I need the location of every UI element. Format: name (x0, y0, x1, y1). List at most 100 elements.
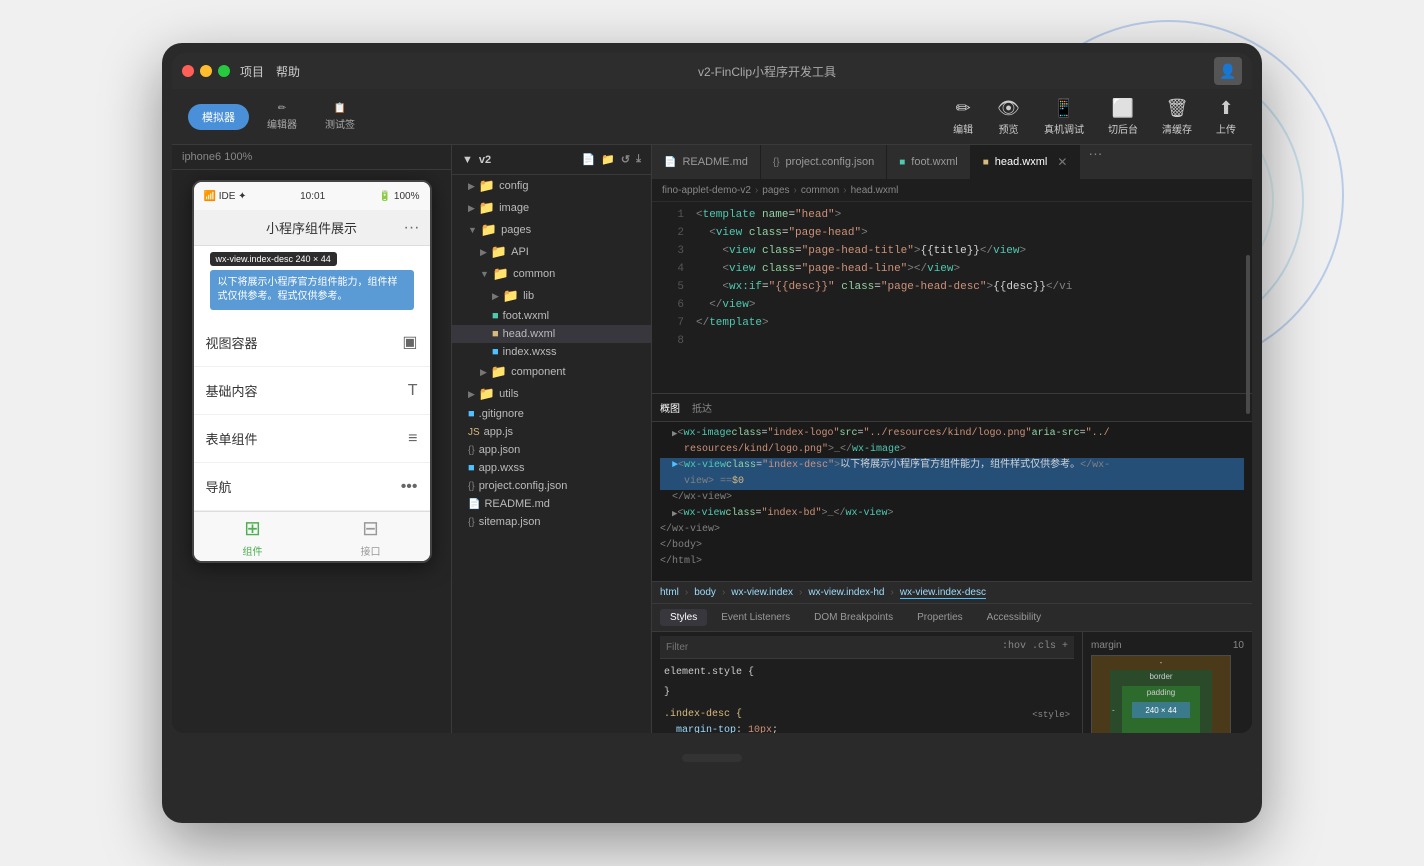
dom-breakpoints-tab[interactable]: DOM Breakpoints (804, 609, 903, 626)
tree-root-expand[interactable]: ▼ (462, 154, 473, 166)
menu-item-icon-view: ▣ (402, 332, 417, 352)
breadcrumb-item-1[interactable]: fino-applet-demo-v2 (662, 185, 751, 196)
code-editor[interactable]: 1 <template name="head"> 2 <view class="… (652, 202, 1252, 733)
breadcrumb-sep-1: › (755, 185, 758, 196)
more-tabs-icon[interactable]: ··· (1080, 145, 1110, 179)
breadcrumb-item-3[interactable]: common (801, 185, 839, 196)
tree-item-readme[interactable]: 📄 README.md (452, 495, 651, 513)
tree-item-head-wxml[interactable]: ■ head.wxml (452, 325, 651, 343)
test-tab[interactable]: 📋 测试签 (315, 99, 365, 135)
menu-item-form[interactable]: 表单组件 ≡ (194, 415, 430, 463)
menu-item-nav[interactable]: 导航 ••• (194, 463, 430, 511)
chevron-expand-icon: ▼ (480, 269, 489, 279)
styles-filter-input[interactable] (666, 642, 996, 653)
properties-tab[interactable]: Properties (907, 609, 973, 626)
tab-project-config[interactable]: {} project.config.json (761, 145, 887, 179)
box-model-label: margin (1091, 640, 1122, 651)
preview-action[interactable]: 👁 预览 (997, 98, 1020, 136)
tree-item-pages[interactable]: ▼ 📁 pages (452, 219, 651, 241)
clear-cache-action[interactable]: 🗑 清缓存 (1162, 98, 1192, 136)
tree-item-api[interactable]: ▶ 📁 API (452, 241, 651, 263)
menu-item-view[interactable]: 视图容器 ▣ (194, 318, 430, 367)
file-icon: ■ (468, 408, 475, 420)
background-label: 切后台 (1108, 121, 1138, 136)
css-source[interactable]: <style> (1032, 707, 1070, 723)
tab-component[interactable]: ⊞ 组件 (243, 516, 263, 558)
event-listeners-tab[interactable]: Event Listeners (711, 609, 800, 626)
css-prop-name: margin-top (676, 725, 736, 733)
chevron-icon: ▶ (480, 247, 487, 258)
tree-item-label: image (499, 202, 529, 214)
code-line-2: 2 <view class="page-head"> (652, 224, 1252, 242)
tree-item-utils[interactable]: ▶ 📁 utils (452, 383, 651, 405)
tree-action-new-folder[interactable]: 📁 (601, 153, 615, 166)
tree-item-index-wxss[interactable]: ■ index.wxss (452, 343, 651, 361)
tree-item-app-json[interactable]: {} app.json (452, 441, 651, 459)
toolbar-center: ✏ 编辑 👁 预览 📱 真机调试 ⬜ 切后台 (953, 98, 1236, 136)
editor-scrollbar[interactable] (1246, 255, 1250, 414)
devtools-tab-overview[interactable]: 概图 (660, 400, 680, 415)
tree-item-component[interactable]: ▶ 📁 component (452, 361, 651, 383)
bm-margin-layer: - border - padding (1092, 656, 1230, 733)
tab-interface[interactable]: ⊟ 接口 (361, 516, 381, 558)
tree-item-lib[interactable]: ▶ 📁 lib (452, 285, 651, 307)
upload-action[interactable]: ⬆ 上传 (1216, 98, 1236, 136)
breadcrumb-item-4[interactable]: head.wxml (851, 185, 899, 196)
sel-html[interactable]: html (660, 587, 679, 598)
devtools-tab-info[interactable]: 抵达 (692, 400, 712, 415)
tree-item-config[interactable]: ▶ 📁 config (452, 175, 651, 197)
tree-action-collapse[interactable]: ⤓ (636, 153, 641, 166)
phone-mock: 📶 IDE ✦ 10:01 🔋 100% 小程序组件展示 ··· (192, 180, 432, 563)
styles-tab[interactable]: Styles (660, 609, 707, 626)
background-action[interactable]: ⬜ 切后台 (1108, 98, 1138, 136)
simulator-tab[interactable]: 模拟器 (188, 104, 249, 130)
menu-project[interactable]: 项目 (240, 63, 264, 80)
tab-readme[interactable]: 📄 README.md (652, 145, 761, 179)
tree-item-project-config[interactable]: {} project.config.json (452, 477, 651, 495)
user-avatar[interactable]: 👤 (1214, 57, 1242, 85)
editor-tab[interactable]: ✏ 编辑器 (257, 99, 307, 135)
phone-more-dots[interactable]: ··· (404, 219, 420, 237)
devtools-top-tabs: 概图 抵达 (652, 394, 1252, 422)
tab-close-icon[interactable]: ✕ (1057, 155, 1067, 169)
tree-item-sitemap[interactable]: {} sitemap.json (452, 513, 651, 531)
accessibility-tab[interactable]: Accessibility (977, 609, 1051, 626)
tree-item-image[interactable]: ▶ 📁 image (452, 197, 651, 219)
tree-item-common[interactable]: ▼ 📁 common (452, 263, 651, 285)
tab-head-wxml[interactable]: ■ head.wxml ✕ (971, 145, 1081, 179)
devtools-inspector: :hov .cls + element.style { } .index-des… (652, 632, 1252, 733)
sel-wx-view-index[interactable]: wx-view.index (731, 587, 793, 598)
sel-wx-view-desc[interactable]: wx-view.index-desc (900, 587, 986, 599)
tree-item-app-js[interactable]: JS app.js (452, 423, 651, 441)
breadcrumb-item-2[interactable]: pages (762, 185, 789, 196)
laptop-shell: 项目 帮助 v2-FinClip小程序开发工具 👤 模拟器 ✏ 编辑器 (162, 43, 1262, 823)
test-icon: 📋 (334, 103, 346, 114)
tree-item-app-wxss[interactable]: ■ app.wxss (452, 459, 651, 477)
sel-body[interactable]: body (694, 587, 716, 598)
tree-action-new-file[interactable]: 📄 (582, 153, 596, 166)
tree-item-foot-wxml[interactable]: ■ foot.wxml (452, 307, 651, 325)
menu-item-basic[interactable]: 基础内容 T (194, 367, 430, 415)
edit-action[interactable]: ✏ 编辑 (953, 98, 973, 136)
minimize-button[interactable] (200, 65, 212, 77)
tree-item-label: foot.wxml (503, 310, 549, 322)
screen-bezel: 项目 帮助 v2-FinClip小程序开发工具 👤 模拟器 ✏ 编辑器 (172, 53, 1252, 733)
bm-border-label: border (1149, 672, 1172, 681)
tree-item-label: index.wxss (503, 346, 557, 358)
file-icon: ■ (492, 328, 499, 340)
tree-action-refresh[interactable]: ↺ (621, 153, 630, 166)
test-tab-label: 测试签 (325, 116, 355, 131)
pseudo-controls[interactable]: :hov .cls + (1002, 639, 1068, 655)
tab-foot-wxml[interactable]: ■ foot.wxml (887, 145, 971, 179)
highlight-label: wx-view.index-desc 240 × 44 (210, 252, 337, 266)
main-layout: iphone6 100% 📶 IDE ✦ 10:01 🔋 100% 小 (172, 145, 1252, 733)
sel-wx-view-hd[interactable]: wx-view.index-hd (808, 587, 884, 598)
close-button[interactable] (182, 65, 194, 77)
menu-help[interactable]: 帮助 (276, 63, 300, 80)
maximize-button[interactable] (218, 65, 230, 77)
line-number: 7 (660, 314, 684, 332)
title-bar-right: 👤 (1214, 57, 1242, 85)
devtools-panel: 概图 抵达 ▶ <wx-image class="index-logo" src… (652, 393, 1252, 733)
real-device-action[interactable]: 📱 真机调试 (1044, 98, 1084, 136)
tree-item-gitignore[interactable]: ■ .gitignore (452, 405, 651, 423)
